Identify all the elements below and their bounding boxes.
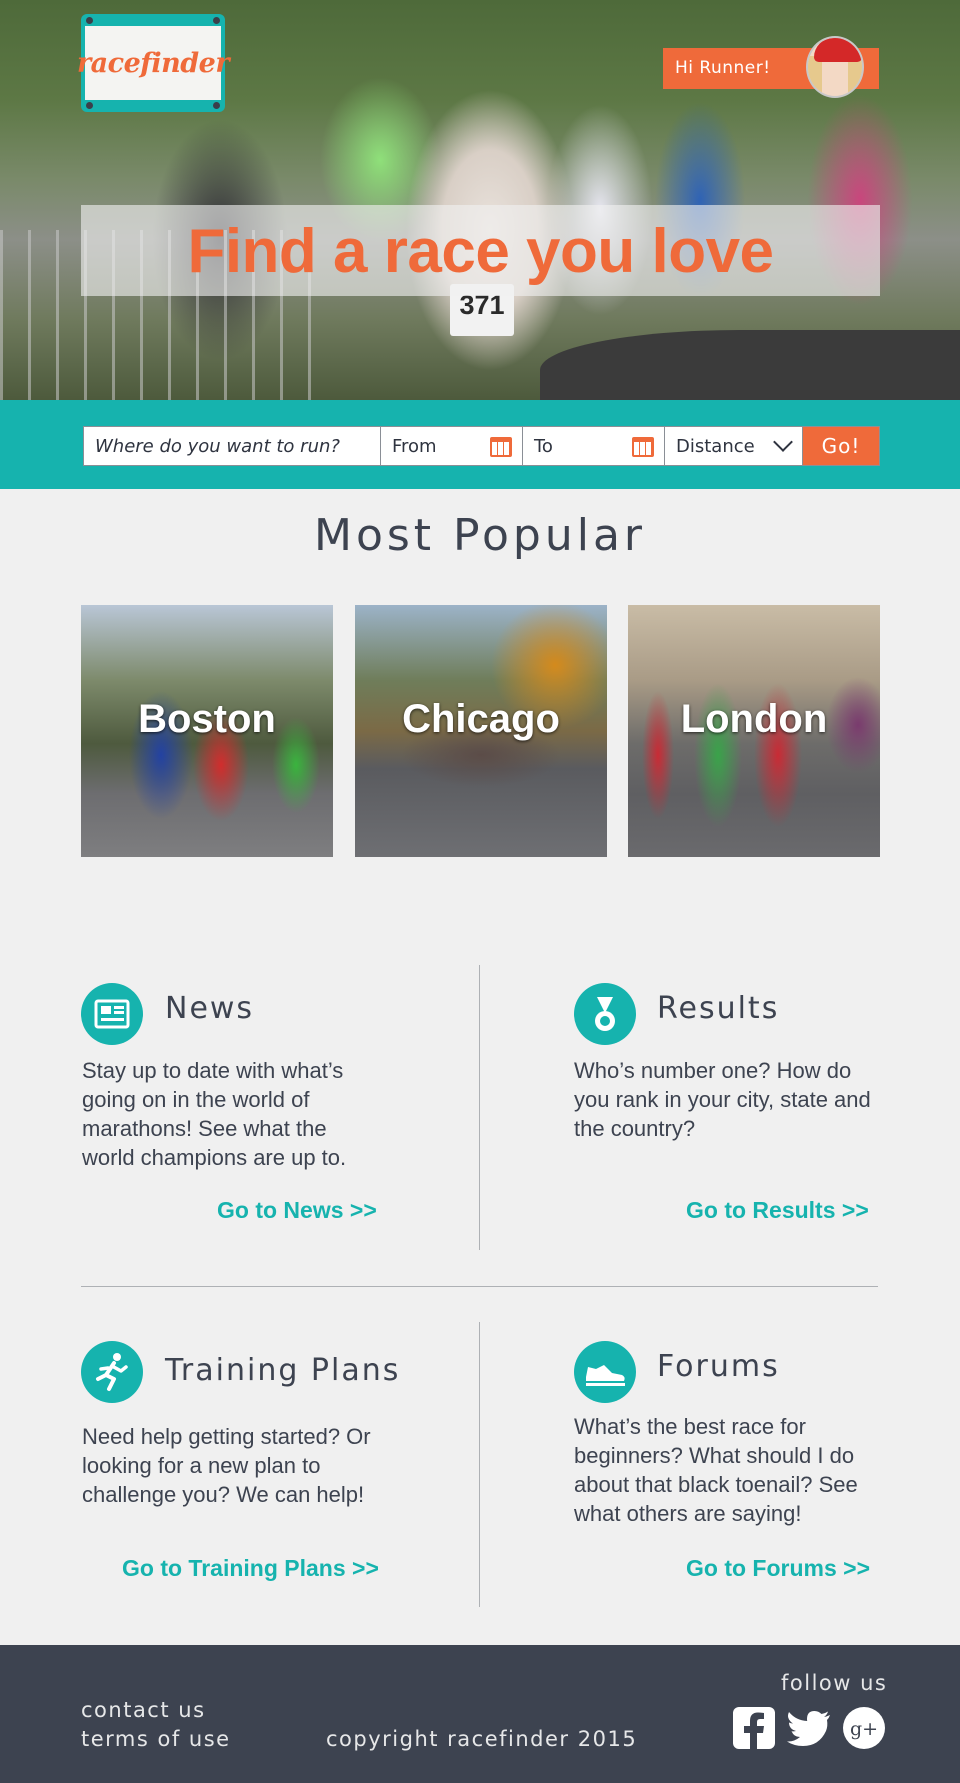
page-title: Find a race you love (187, 217, 774, 286)
facebook-icon[interactable] (733, 1707, 775, 1749)
forums-link[interactable]: Go to Forums >> (686, 1555, 870, 1582)
section-divider-vertical (479, 965, 480, 1250)
news-link[interactable]: Go to News >> (217, 1197, 377, 1224)
section-divider-vertical (479, 1322, 480, 1607)
runner-icon (81, 1341, 143, 1403)
training-link[interactable]: Go to Training Plans >> (122, 1555, 379, 1582)
logo-text: racefinder (76, 47, 230, 79)
city-card-chicago[interactable]: Chicago (355, 605, 607, 857)
distance-label: Distance (676, 435, 755, 457)
avatar-hair (848, 56, 862, 96)
terms-link[interactable]: terms of use (81, 1727, 231, 1751)
avatar-hat (814, 38, 862, 62)
from-date-input[interactable]: From (380, 426, 522, 466)
avatar-hair (808, 56, 822, 96)
city-name: Boston (138, 697, 276, 741)
location-placeholder: Where do you want to run? (95, 435, 340, 457)
most-popular-heading: Most Popular (313, 510, 647, 561)
from-label: From (392, 435, 437, 457)
city-name: London (680, 697, 828, 741)
training-title: Training Plans (165, 1353, 401, 1388)
greeting-text: Hi Runner! (675, 58, 771, 78)
google-plus-label: g+ (850, 1718, 878, 1740)
forums-title: Forums (657, 1349, 780, 1384)
location-input[interactable]: Where do you want to run? (83, 426, 380, 466)
to-date-input[interactable]: To (522, 426, 664, 466)
search-form: Where do you want to run? From To Distan… (83, 426, 880, 466)
logo-rivet (86, 102, 93, 109)
search-band: Where do you want to run? From To Distan… (0, 400, 960, 489)
logo-rivet (213, 102, 220, 109)
contact-link[interactable]: contact us (81, 1698, 206, 1722)
headline-banner: Find a race you love (81, 205, 880, 296)
distance-select[interactable]: Distance (664, 426, 802, 466)
avatar[interactable] (806, 36, 864, 98)
city-name: Chicago (402, 697, 560, 741)
news-title: News (165, 991, 255, 1026)
newspaper-icon (81, 983, 143, 1045)
chevron-down-icon (773, 432, 793, 452)
city-card-boston[interactable]: Boston (81, 605, 333, 857)
results-body: Who’s number one? How do you rank in you… (574, 1058, 871, 1141)
to-label: To (534, 435, 553, 457)
logo[interactable]: racefinder (77, 14, 230, 112)
calendar-icon[interactable] (632, 437, 654, 457)
logo-plate: racefinder (77, 26, 230, 100)
twitter-icon[interactable] (786, 1707, 830, 1749)
training-body: Need help getting started? Or looking fo… (82, 1424, 371, 1507)
results-title: Results (657, 991, 780, 1026)
section-divider-horizontal (81, 1286, 878, 1287)
city-card-london[interactable]: London (628, 605, 880, 857)
logo-rivet (213, 17, 220, 24)
forums-body: What’s the best race for beginners? What… (574, 1414, 858, 1526)
news-body: Stay up to date with what’s going on in … (82, 1058, 347, 1170)
medal-icon (574, 983, 636, 1045)
follow-us-label: follow us (781, 1671, 888, 1695)
logo-rivet (86, 17, 93, 24)
sneaker-icon (574, 1341, 636, 1403)
go-button[interactable]: Go! (802, 426, 880, 466)
hero-road (540, 330, 960, 400)
calendar-icon[interactable] (490, 437, 512, 457)
google-plus-icon[interactable]: g+ (843, 1707, 885, 1749)
copyright-text: copyright racefinder 2015 (326, 1727, 638, 1751)
results-link[interactable]: Go to Results >> (686, 1197, 869, 1224)
